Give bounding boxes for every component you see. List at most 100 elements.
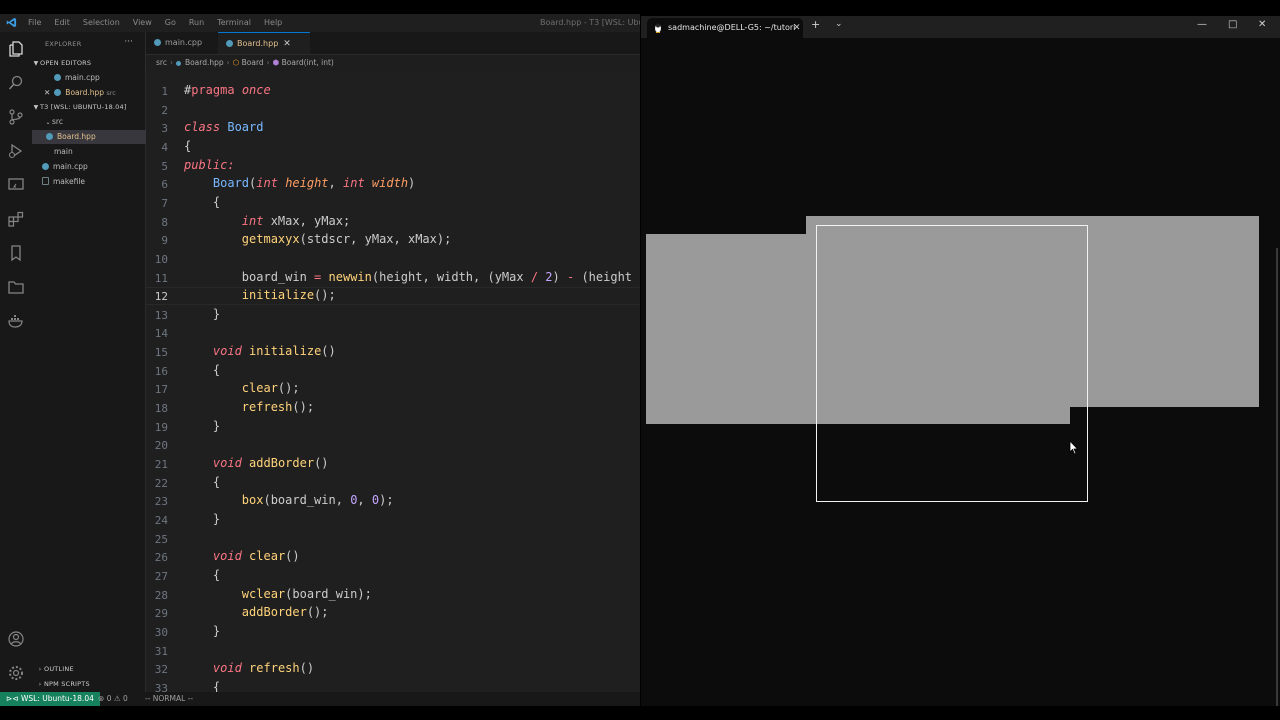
tab-board-hpp[interactable]: Board.hpp ✕ xyxy=(218,32,310,54)
chevron-right-icon: › xyxy=(226,58,230,67)
code-line[interactable]: } xyxy=(184,512,220,526)
code-line[interactable]: void addBorder() xyxy=(184,456,329,470)
code-line[interactable]: #pragma once xyxy=(184,83,271,97)
hpp-file-icon xyxy=(226,40,233,47)
code-line[interactable]: { xyxy=(184,195,220,209)
menu-go[interactable]: Go xyxy=(165,18,176,27)
tree-file-board-hpp[interactable]: Board.hpp xyxy=(32,130,159,144)
close-window-button[interactable]: ✕ xyxy=(1258,19,1266,30)
line-number: 27 xyxy=(154,569,168,583)
explorer-sidebar: EXPLORER ··· ▼ OPEN EDITORS main.cpp ✕ Boa… xyxy=(32,32,159,698)
code-line[interactable]: wclear(board_win); xyxy=(184,587,372,601)
tree-folder-src[interactable]: ⌄src xyxy=(32,115,157,129)
chevron-down-icon: ▼ xyxy=(33,60,39,67)
line-number: 19 xyxy=(154,420,168,434)
workspace-section[interactable]: ▼ T3 [WSL: UBUNTU-18.04] xyxy=(32,100,145,114)
code-line[interactable]: public: xyxy=(184,158,235,172)
breadcrumb-item[interactable]: Board xyxy=(242,58,264,67)
explorer-icon[interactable] xyxy=(7,40,25,58)
settings-gear-icon[interactable] xyxy=(7,664,25,682)
code-line[interactable]: { xyxy=(184,475,220,489)
remote-indicator[interactable]: ⊳⊲ WSL: Ubuntu-18.04 xyxy=(0,692,100,706)
menu-edit[interactable]: Edit xyxy=(54,18,70,27)
open-editors-section[interactable]: ▼ OPEN EDITORS xyxy=(32,56,145,70)
board-border-box xyxy=(816,225,1088,502)
folder-icon[interactable] xyxy=(7,278,25,296)
remote-icon: ⊳⊲ xyxy=(6,694,19,703)
outline-section[interactable]: › OUTLINE xyxy=(32,662,149,676)
remote-explorer-icon[interactable] xyxy=(7,176,25,194)
line-number: 8 xyxy=(161,215,168,229)
tab-main-cpp[interactable]: main.cpp xyxy=(146,32,224,54)
breadcrumb-item[interactable]: src xyxy=(156,58,167,67)
code-line[interactable]: board_win = newwin(height, width, (yMax … xyxy=(184,270,632,284)
docker-icon[interactable] xyxy=(7,312,25,330)
account-icon[interactable] xyxy=(7,630,25,648)
code-line[interactable]: refresh(); xyxy=(184,400,314,414)
error-icon: ⊗ xyxy=(98,694,105,703)
terminal-window: sadmachine@DELL-G5: ~/tutori ✕ + ⌄ — □ ✕ xyxy=(641,16,1280,706)
menu-selection[interactable]: Selection xyxy=(83,18,120,27)
code-line[interactable]: addBorder(); xyxy=(184,605,329,619)
dropdown-chevron-icon[interactable]: ⌄ xyxy=(835,19,843,29)
line-number: 25 xyxy=(154,532,168,546)
bookmark-icon[interactable] xyxy=(7,244,25,262)
maximize-button[interactable]: □ xyxy=(1228,19,1237,30)
menu-file[interactable]: File xyxy=(28,18,41,27)
chevron-right-icon: › xyxy=(266,58,270,67)
extensions-icon[interactable] xyxy=(7,210,25,228)
npm-scripts-section[interactable]: › NPM SCRIPTS xyxy=(32,677,149,691)
code-line[interactable]: { xyxy=(184,568,220,582)
line-number: 13 xyxy=(154,308,168,322)
code-line[interactable]: Board(int height, int width) xyxy=(184,176,415,190)
code-line[interactable]: } xyxy=(184,624,220,638)
close-icon[interactable]: ✕ xyxy=(44,88,50,97)
menu-terminal[interactable]: Terminal xyxy=(217,18,251,27)
new-tab-button[interactable]: + xyxy=(811,18,820,31)
line-number: 18 xyxy=(154,402,168,416)
line-number: 16 xyxy=(154,364,168,378)
breadcrumb-item[interactable]: Board(int, int) xyxy=(282,58,334,67)
cpp-file-icon xyxy=(54,74,61,81)
linux-penguin-icon xyxy=(655,23,661,33)
tree-file-main-cpp[interactable]: main.cpp xyxy=(32,160,155,174)
line-number: 26 xyxy=(154,551,168,565)
code-line[interactable]: void refresh() xyxy=(184,661,314,675)
menu-bar: File Edit Selection View Go Run Terminal… xyxy=(28,18,295,27)
chevron-down-icon: ▼ xyxy=(33,104,39,111)
code-line[interactable]: } xyxy=(184,419,220,433)
code-line[interactable]: { xyxy=(184,139,191,153)
line-number: 32 xyxy=(154,663,168,677)
line-number: 2 xyxy=(161,103,168,117)
code-line[interactable]: clear(); xyxy=(184,381,300,395)
breadcrumb-item[interactable]: Board.hpp xyxy=(185,58,224,67)
code-line[interactable]: box(board_win, 0, 0); xyxy=(184,493,394,507)
terminal-output[interactable] xyxy=(641,38,1280,706)
more-actions-icon[interactable]: ··· xyxy=(124,37,133,47)
line-number: 31 xyxy=(154,644,168,658)
code-line[interactable]: void clear() xyxy=(184,549,300,563)
code-line[interactable]: int xMax, yMax; xyxy=(184,214,350,228)
close-tab-icon[interactable]: ✕ xyxy=(283,39,291,49)
terminal-scrollbar[interactable] xyxy=(1276,248,1278,706)
code-line[interactable]: class Board xyxy=(184,120,263,134)
code-line[interactable]: { xyxy=(184,363,220,377)
terminal-tab[interactable]: sadmachine@DELL-G5: ~/tutori ✕ xyxy=(647,18,803,38)
code-line[interactable]: } xyxy=(184,307,220,321)
code-line[interactable]: getmaxyx(stdscr, yMax, xMax); xyxy=(184,232,452,246)
tree-file-makefile[interactable]: makefile xyxy=(32,175,155,189)
code-editor[interactable]: 1 #pragma once 2 3 class Board 4{5 public: 6 Bo… xyxy=(146,71,640,698)
menu-run[interactable]: Run xyxy=(189,18,204,27)
minimize-button[interactable]: — xyxy=(1197,19,1207,30)
explorer-header: EXPLORER xyxy=(45,40,82,48)
run-debug-icon[interactable] xyxy=(7,142,25,160)
close-tab-icon[interactable]: ✕ xyxy=(793,18,801,38)
code-line[interactable]: void initialize() xyxy=(184,344,336,358)
open-editor-item-active[interactable]: ✕ Board.hpp src xyxy=(32,86,157,100)
menu-view[interactable]: View xyxy=(133,18,152,27)
code-line[interactable]: initialize(); xyxy=(184,288,336,302)
menu-help[interactable]: Help xyxy=(264,18,282,27)
problems-indicator[interactable]: ⊗ 0 ⚠ 0 xyxy=(98,692,128,706)
search-icon[interactable] xyxy=(7,74,25,92)
source-control-icon[interactable] xyxy=(7,108,25,126)
